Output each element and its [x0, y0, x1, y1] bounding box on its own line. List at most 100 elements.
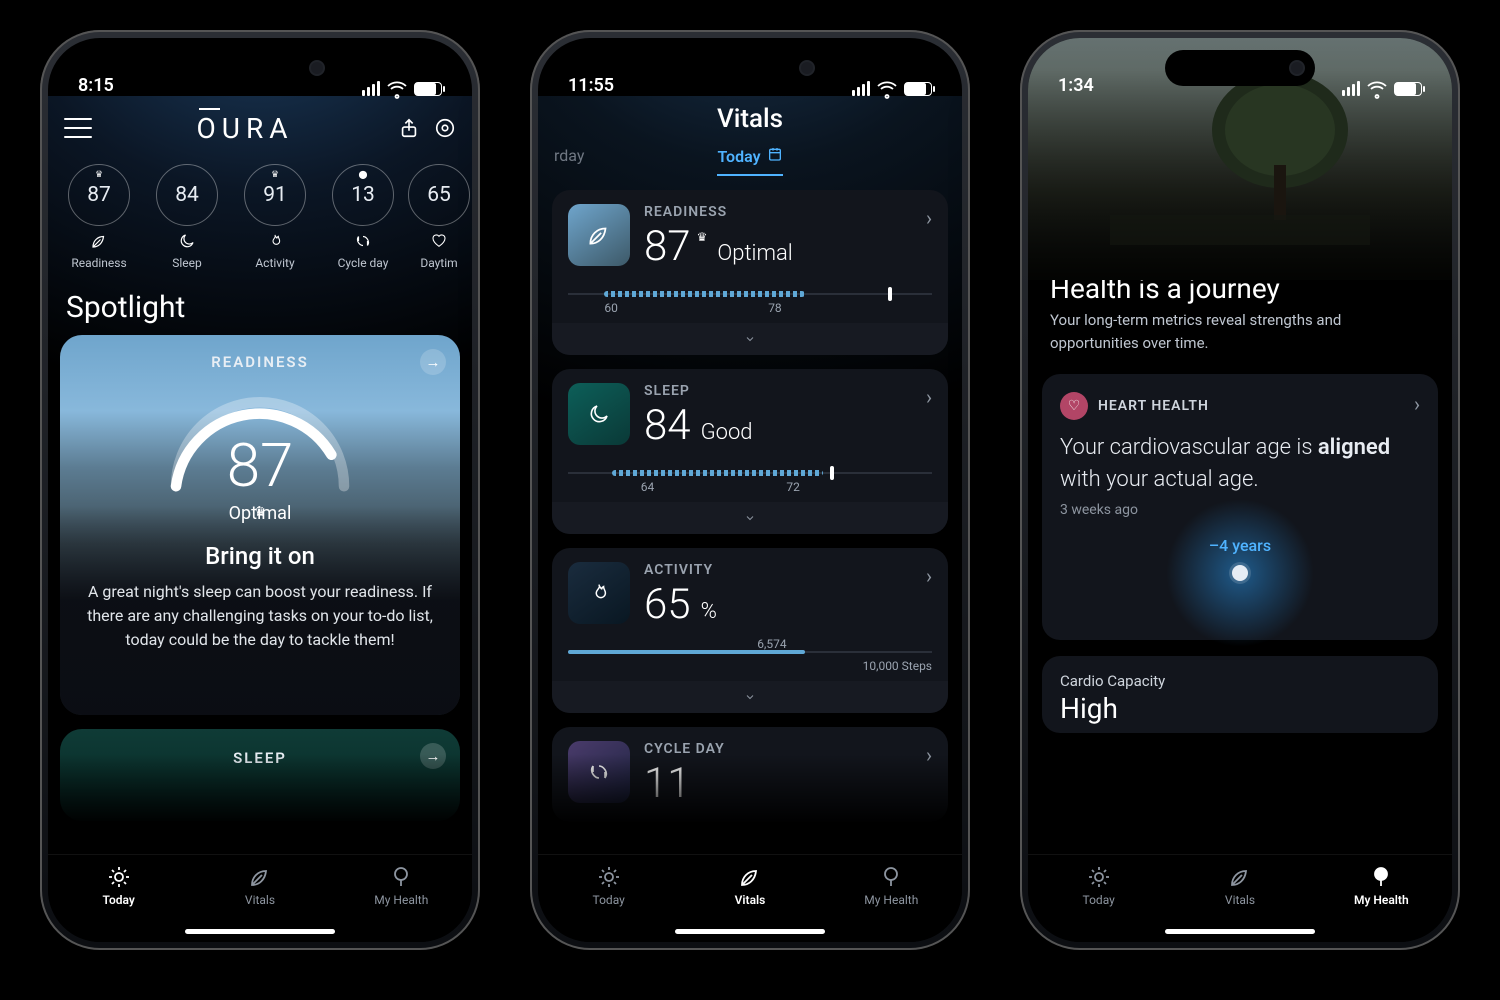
card-label: Cardio Capacity — [1060, 672, 1420, 690]
vital-readiness[interactable]: › READINESS 87 ♛ Optimal — [552, 190, 948, 355]
day-tabs: rday Today — [538, 146, 962, 176]
ring-readiness[interactable]: ♛87 Readiness — [62, 164, 136, 270]
tab-health[interactable]: My Health — [831, 865, 951, 907]
battery-icon — [414, 82, 442, 96]
tab-vitals[interactable]: Vitals — [200, 865, 320, 907]
readiness-status: Optimal — [229, 503, 292, 524]
vital-status: Good — [701, 420, 753, 445]
home-indicator[interactable] — [185, 929, 335, 934]
page-title: Vitals — [538, 104, 962, 134]
battery-icon — [904, 82, 932, 96]
goal-text: 10,000 Steps — [863, 659, 932, 673]
vital-label: READINESS — [644, 204, 932, 220]
score-rings-row: ♛87 Readiness 84 Sleep ♛91 Activity ⬤13 — [62, 150, 456, 276]
ring-label: Activity — [255, 256, 294, 270]
tab-health[interactable]: My Health — [341, 865, 461, 907]
sun-icon — [1087, 865, 1111, 889]
tab-label: Today — [593, 893, 625, 907]
status-time: 1:34 — [1058, 75, 1094, 96]
tab-today[interactable]: Today — [1039, 865, 1159, 907]
cardio-capacity-card[interactable]: Cardio Capacity High — [1042, 656, 1438, 733]
dynamic-island — [185, 50, 335, 86]
sleep-card[interactable]: → SLEEP — [60, 729, 460, 821]
expand-toggle[interactable] — [552, 323, 948, 355]
hero-subtext: Your long-term metrics reveal strengths … — [1028, 305, 1452, 354]
tab-today[interactable]: Today — [717, 146, 782, 176]
home-indicator[interactable] — [1165, 929, 1315, 934]
moon-icon — [178, 232, 196, 250]
vital-status: Optimal — [717, 241, 792, 266]
ring-cycle[interactable]: ⬤13 Cycle day — [326, 164, 400, 270]
leaf-icon — [738, 865, 762, 889]
profile-button[interactable] — [434, 117, 456, 139]
share-button[interactable] — [398, 117, 420, 139]
ring-daytime[interactable]: 65 Daytim — [414, 164, 464, 270]
readiness-headline: Bring it on — [205, 542, 315, 570]
arrow-right-icon[interactable]: → — [420, 349, 446, 375]
leaf-icon — [1228, 865, 1252, 889]
tab-today[interactable]: Today — [59, 865, 179, 907]
vital-sleep[interactable]: › SLEEP 84 Good 64 72 — [552, 369, 948, 534]
wifi-icon — [877, 82, 897, 96]
tab-label: My Health — [1354, 893, 1409, 907]
vital-cycle[interactable]: › CYCLE DAY 11 — [552, 727, 948, 822]
years-delta: –4 years — [1209, 536, 1271, 555]
tab-label: Vitals — [735, 893, 766, 907]
crown-icon: ♛ — [271, 170, 279, 180]
menu-button[interactable] — [64, 118, 92, 138]
ring-label: Daytim — [420, 256, 457, 270]
heart-icon: ♡ — [1060, 392, 1088, 420]
age-dial: –4 years — [1060, 528, 1420, 618]
card-label: HEART HEALTH — [1098, 398, 1209, 414]
ring-activity[interactable]: ♛91 Activity — [238, 164, 312, 270]
ring-sleep[interactable]: 84 Sleep — [150, 164, 224, 270]
chevron-right-icon[interactable]: › — [1414, 392, 1420, 416]
tree-icon — [879, 865, 903, 889]
readiness-card[interactable]: → READINESS ♛ 87 Optimal Bring it on A g… — [60, 335, 460, 715]
ring-label: Readiness — [71, 256, 126, 270]
tab-label: Today — [102, 893, 134, 907]
vital-value: 84 — [644, 401, 691, 450]
vital-value: 11 — [644, 759, 691, 808]
chevron-right-icon[interactable]: › — [926, 564, 932, 588]
vital-label: ACTIVITY — [644, 562, 932, 578]
home-indicator[interactable] — [675, 929, 825, 934]
tab-vitals[interactable]: Vitals — [1180, 865, 1300, 907]
wifi-icon — [1367, 82, 1387, 96]
tree-icon — [389, 865, 413, 889]
heart-health-card[interactable]: › ♡ HEART HEALTH Your cardiovascular age… — [1042, 374, 1438, 640]
expand-toggle[interactable] — [552, 681, 948, 713]
calendar-icon — [767, 146, 783, 166]
status-time: 11:55 — [568, 75, 614, 96]
arrow-right-icon[interactable]: → — [420, 743, 446, 769]
card-value: High — [1060, 692, 1420, 725]
cellular-icon — [362, 81, 380, 96]
leaf-icon — [248, 865, 272, 889]
chevron-right-icon[interactable]: › — [926, 385, 932, 409]
cycle-icon — [568, 741, 630, 803]
tab-yesterday[interactable]: rday — [554, 146, 584, 165]
readiness-blurb: A great night's sleep can boost your rea… — [60, 570, 460, 652]
ring-label: Sleep — [172, 256, 202, 270]
tab-vitals[interactable]: Vitals — [690, 865, 810, 907]
expand-toggle[interactable] — [552, 502, 948, 534]
tab-health[interactable]: My Health — [1321, 865, 1441, 907]
cycle-icon — [352, 232, 374, 250]
vital-label: CYCLE DAY — [644, 741, 932, 757]
sun-icon — [597, 865, 621, 889]
mic-icon: ⬤ — [359, 170, 368, 179]
chevron-right-icon[interactable]: › — [926, 206, 932, 230]
vital-activity[interactable]: › ACTIVITY 65 % 6,574 10,000 Ste — [552, 548, 948, 713]
dynamic-island — [1165, 50, 1315, 86]
cellular-icon — [852, 81, 870, 96]
phone-today: 8:15 OURA — [40, 30, 480, 950]
sleep-label: SLEEP — [233, 749, 287, 767]
tab-today[interactable]: Today — [549, 865, 669, 907]
chevron-right-icon[interactable]: › — [926, 743, 932, 767]
status-time: 8:15 — [78, 75, 114, 96]
tab-label: Vitals — [245, 893, 275, 907]
vital-label: SLEEP — [644, 383, 932, 399]
moon-icon — [568, 383, 630, 445]
range-track: 64 72 — [568, 462, 932, 492]
card-text: Your cardiovascular age is aligned with … — [1060, 432, 1420, 496]
